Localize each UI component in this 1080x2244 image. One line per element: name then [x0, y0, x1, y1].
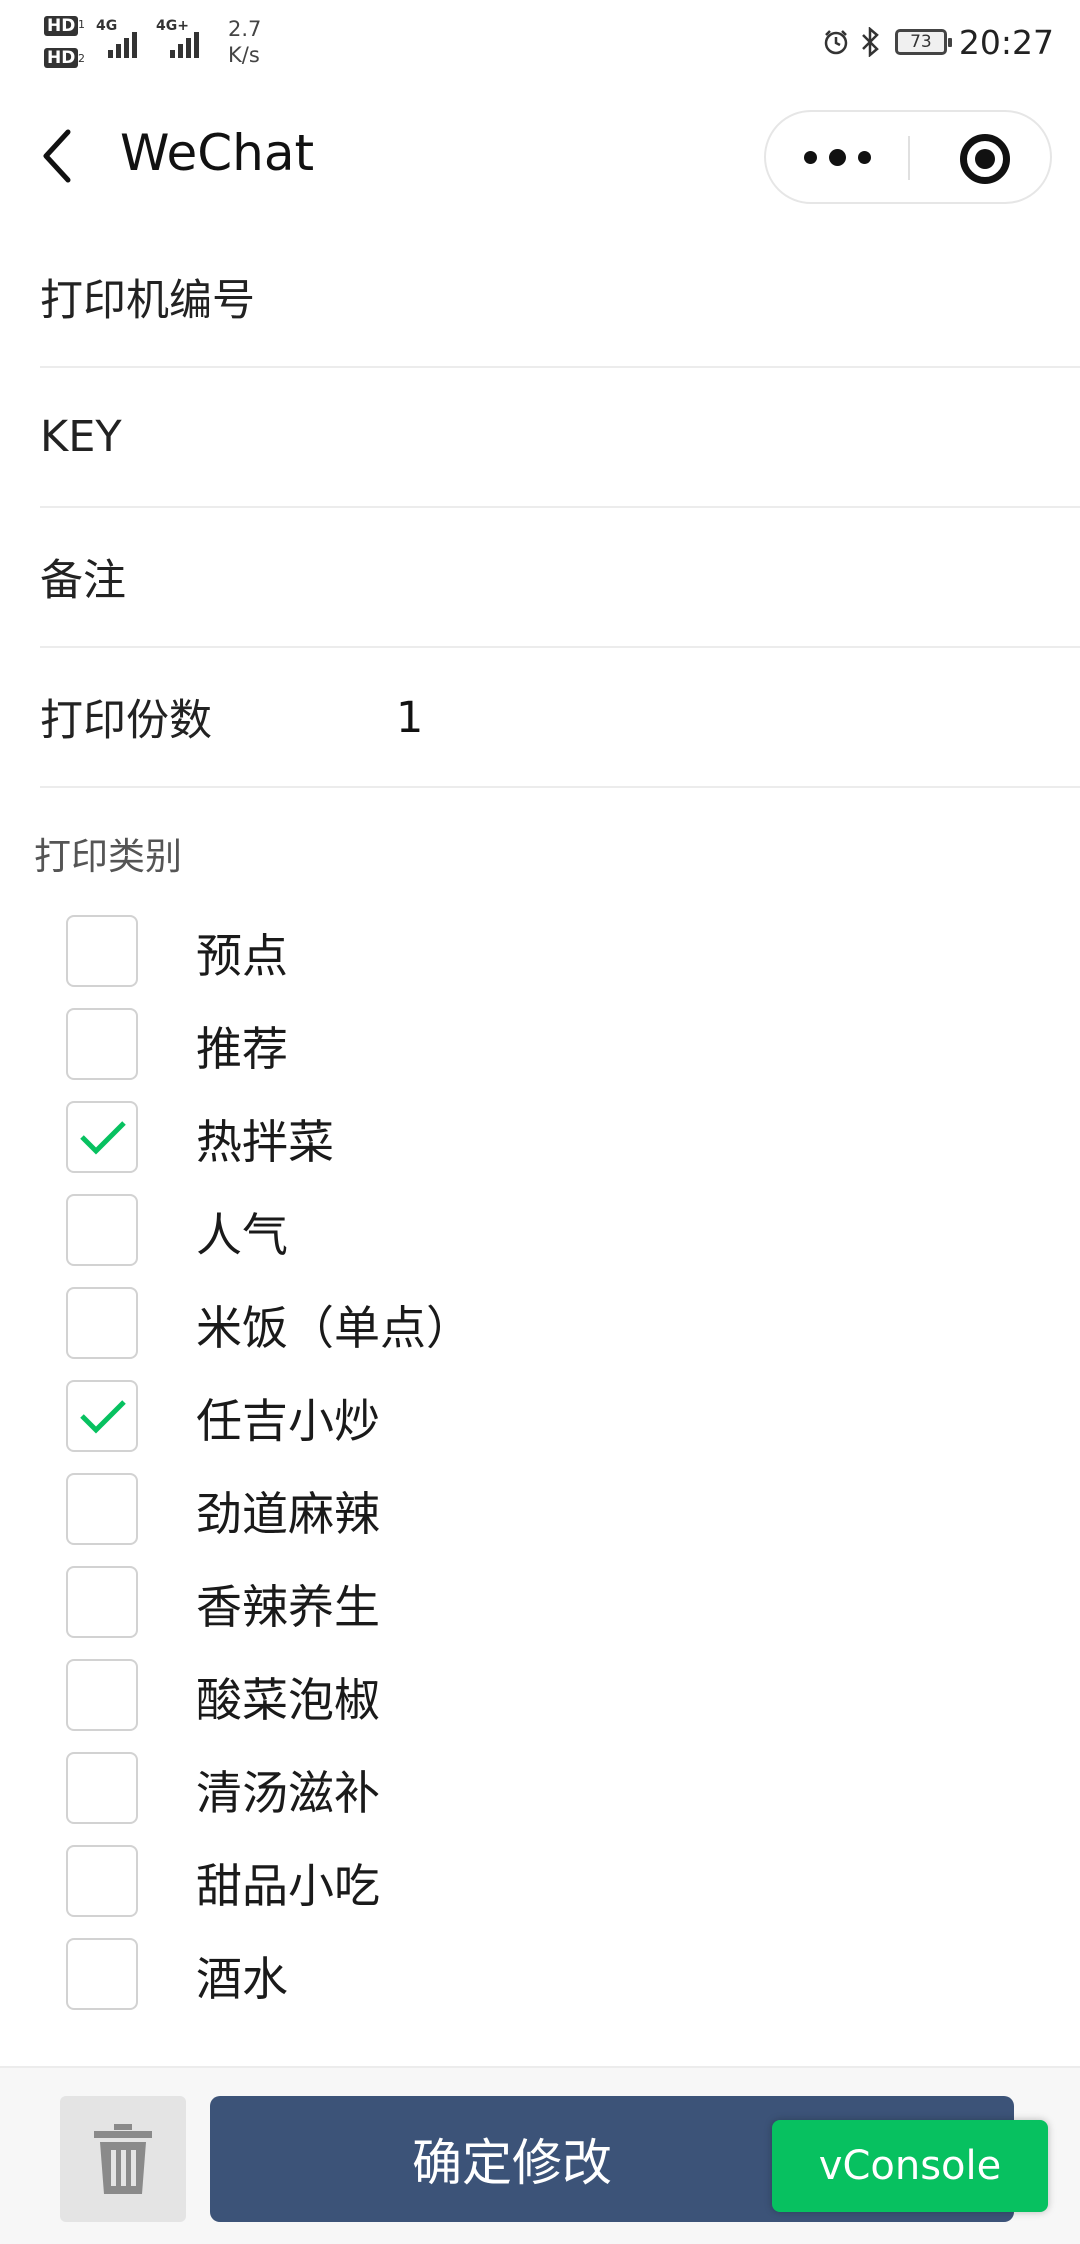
battery-indicator: 73	[894, 29, 952, 55]
key-input[interactable]	[384, 398, 1064, 478]
category-label: 人气	[196, 1208, 288, 1262]
category-label: 香辣养生	[196, 1580, 380, 1634]
category-checkbox[interactable]	[66, 1845, 138, 1917]
checkmark-icon	[80, 1400, 126, 1434]
status-right: 73 20:27	[823, 20, 1054, 64]
nav-bar: WeChat	[0, 86, 1080, 228]
category-label: 米饭（单点）	[196, 1301, 472, 1355]
more-dots-icon[interactable]	[766, 112, 908, 202]
category-item[interactable]: 酸菜泡椒	[66, 1654, 766, 1738]
category-checkbox[interactable]	[66, 1101, 138, 1173]
category-item[interactable]: 推荐	[66, 1003, 766, 1087]
printer-id-label: 打印机编号	[40, 276, 255, 326]
category-label: 甜品小吃	[196, 1859, 380, 1913]
close-target-icon[interactable]	[960, 134, 1010, 184]
category-checkbox[interactable]	[66, 1659, 138, 1731]
checkmark-icon	[80, 1121, 126, 1155]
category-label: 推荐	[196, 1022, 288, 1076]
capsule-divider	[908, 136, 910, 180]
category-checkbox[interactable]	[66, 915, 138, 987]
category-label: 清汤滋补	[196, 1766, 380, 1820]
bluetooth-icon	[862, 27, 879, 57]
category-item[interactable]: 清汤滋补	[66, 1747, 766, 1831]
printer-id-row: 打印机编号	[40, 228, 1080, 368]
category-checkbox[interactable]	[66, 1752, 138, 1824]
category-label: 酸菜泡椒	[196, 1673, 380, 1727]
delete-button[interactable]	[60, 2096, 186, 2222]
printer-id-input[interactable]	[384, 258, 1064, 338]
category-item[interactable]: 预点	[66, 910, 766, 994]
remark-input[interactable]	[384, 538, 1064, 618]
copies-label: 打印份数	[40, 696, 212, 746]
category-label: 热拌菜	[196, 1115, 334, 1169]
category-item[interactable]: 米饭（单点）	[66, 1282, 766, 1366]
status-bar: HD 1 HD 2 4G 4G+ 2.7 K/s 73 20:27	[0, 0, 1080, 86]
category-checkbox[interactable]	[66, 1194, 138, 1266]
copies-input[interactable]	[384, 678, 1064, 758]
back-chevron-icon[interactable]	[36, 126, 86, 186]
signal-2-icon	[166, 28, 210, 58]
category-item[interactable]: 香辣养生	[66, 1561, 766, 1645]
network-speed-unit: K/s	[228, 43, 260, 67]
category-checkbox[interactable]	[66, 1380, 138, 1452]
page: HD 1 HD 2 4G 4G+ 2.7 K/s 73 20:27 WeChat…	[0, 0, 1080, 2244]
network-speed-value: 2.7	[228, 17, 262, 41]
trash-icon	[94, 2124, 152, 2194]
copies-row: 打印份数	[40, 648, 1080, 788]
key-row: KEY	[40, 368, 1080, 508]
category-item[interactable]: 人气	[66, 1189, 766, 1273]
category-item[interactable]: 酒水	[66, 1933, 766, 2017]
status-time: 20:27	[958, 22, 1054, 62]
signal-1-icon	[104, 28, 148, 58]
category-label: 预点	[196, 929, 288, 983]
category-checkbox[interactable]	[66, 1566, 138, 1638]
sim2-index: 2	[78, 52, 85, 65]
category-item[interactable]: 热拌菜	[66, 1096, 766, 1180]
category-checkbox[interactable]	[66, 1287, 138, 1359]
print-category-title: 打印类别	[34, 835, 182, 878]
category-label: 任吉小炒	[196, 1394, 380, 1448]
network-speed: 2.7 K/s	[228, 16, 261, 68]
vconsole-button[interactable]: vConsole	[772, 2120, 1048, 2212]
page-title: WeChat	[120, 124, 315, 182]
mini-program-capsule	[764, 110, 1052, 204]
category-label: 酒水	[196, 1952, 288, 2006]
sim1-hd-badge: HD	[44, 16, 79, 36]
category-checkbox[interactable]	[66, 1008, 138, 1080]
remark-label: 备注	[40, 556, 126, 606]
category-checkbox[interactable]	[66, 1938, 138, 2010]
remark-row: 备注	[40, 508, 1080, 648]
category-item[interactable]: 劲道麻辣	[66, 1468, 766, 1552]
sim2-hd-badge: HD	[44, 48, 79, 68]
sim1-index: 1	[78, 18, 85, 31]
alarm-icon	[824, 30, 848, 55]
category-checkbox[interactable]	[66, 1473, 138, 1545]
category-item[interactable]: 任吉小炒	[66, 1375, 766, 1459]
category-label: 劲道麻辣	[196, 1487, 380, 1541]
category-item[interactable]: 甜品小吃	[66, 1840, 766, 1924]
key-label: KEY	[40, 412, 122, 462]
